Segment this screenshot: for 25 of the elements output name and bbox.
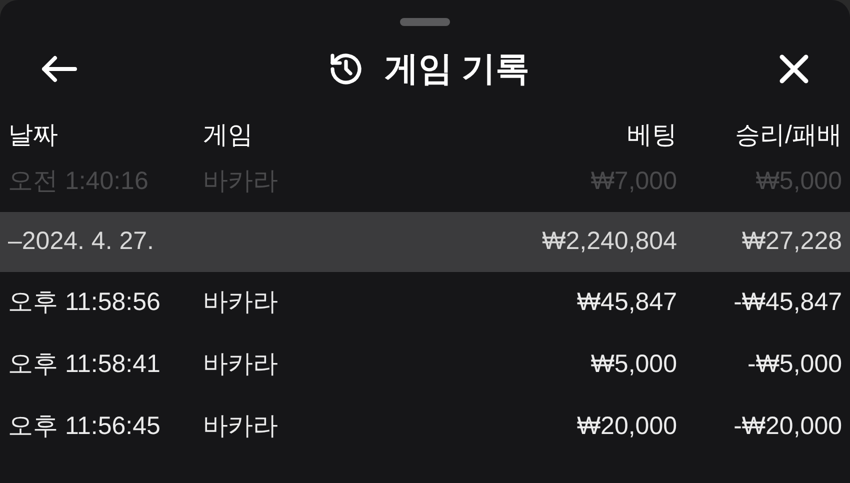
game-cell-text: 바카라 <box>203 349 278 380</box>
back-button[interactable] <box>40 54 78 84</box>
result-cell-text: -₩20,000 <box>732 411 842 442</box>
bet-cell-text: ₩2,240,804 <box>542 226 677 258</box>
back-arrow-icon <box>40 54 78 84</box>
game-cell-text: 바카라 <box>203 287 278 318</box>
close-button[interactable] <box>778 53 810 85</box>
window-title: 게임 기록 <box>384 48 530 90</box>
column-header: 베팅 <box>627 120 677 152</box>
date-cell-text: 오후 11:56:45 <box>8 411 162 442</box>
column-header: 승리/패배 <box>734 120 842 152</box>
result-cell-text: -₩45,847 <box>732 287 842 318</box>
bet-cell-text: ₩20,000 <box>576 411 677 442</box>
game-cell-text: 바카라 <box>203 411 278 442</box>
result-cell-text: ₩27,228 <box>740 226 842 258</box>
result-cell-text: -₩5,000 <box>746 349 842 380</box>
date-cell-text: –2024. 4. 27. <box>8 226 154 258</box>
bet-cell-text: ₩5,000 <box>590 349 677 380</box>
close-icon <box>778 53 810 85</box>
date-cell-text: 오후 11:58:56 <box>8 287 162 318</box>
column-header: 게임 <box>203 120 253 152</box>
date-cell-text: 오후 11:58:41 <box>8 349 162 380</box>
bet-cell-text: ₩45,847 <box>576 287 677 318</box>
drag-handle[interactable] <box>400 18 450 26</box>
column-header: 날짜 <box>8 120 59 152</box>
